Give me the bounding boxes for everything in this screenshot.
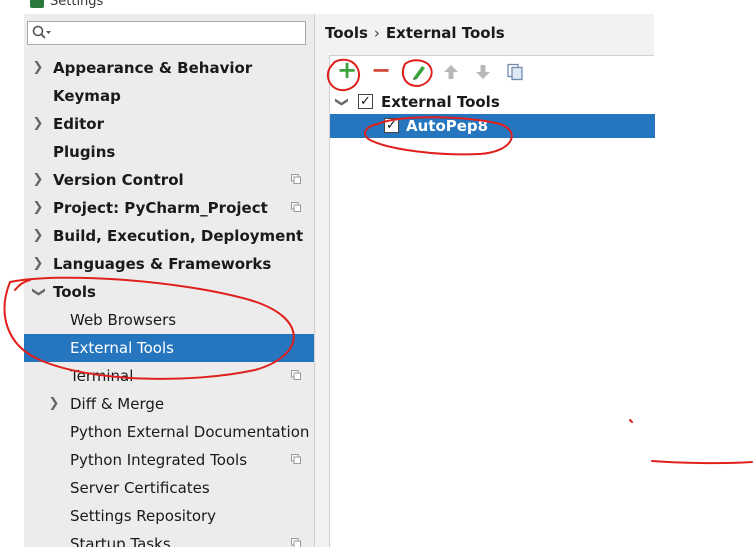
plus-icon[interactable]: + xyxy=(336,58,358,82)
tool-group-label: External Tools xyxy=(381,93,500,111)
breadcrumb-separator: › xyxy=(373,24,380,42)
sidebar-item-terminal[interactable]: Terminal xyxy=(24,362,314,390)
sidebar-item-appearance-behavior[interactable]: ❯ Appearance & Behavior xyxy=(24,54,314,82)
sidebar-item-label: Startup Tasks xyxy=(70,535,171,547)
sidebar-item-project[interactable]: ❯ Project: PyCharm_Project xyxy=(24,194,314,222)
tool-item-autopep8[interactable]: ✓ AutoPep8 xyxy=(330,114,655,138)
sidebar-item-external-tools[interactable]: External Tools xyxy=(24,334,314,362)
sidebar-item-startup-tasks[interactable]: Startup Tasks xyxy=(24,530,314,547)
sidebar-item-label: Server Certificates xyxy=(70,479,210,497)
title-bar: Settings xyxy=(0,0,754,12)
sidebar-item-build-execution-deployment[interactable]: ❯ Build, Execution, Deployment xyxy=(24,222,314,250)
pencil-icon[interactable] xyxy=(410,63,428,81)
project-scope-icon xyxy=(291,538,301,547)
sidebar-item-plugins[interactable]: Plugins xyxy=(24,138,314,166)
sidebar-item-label: Appearance & Behavior xyxy=(53,59,253,77)
search-box[interactable] xyxy=(27,21,306,45)
tool-item-label: AutoPep8 xyxy=(406,117,489,135)
sidebar-item-version-control[interactable]: ❯ Version Control xyxy=(24,166,314,194)
chevron-right-icon[interactable]: ❯ xyxy=(31,194,45,222)
sidebar-item-editor[interactable]: ❯ Editor xyxy=(24,110,314,138)
sidebar-item-label: Keymap xyxy=(53,87,121,105)
sidebar-item-label: Python External Documentation xyxy=(70,423,310,441)
search-icon xyxy=(32,25,52,45)
sidebar-item-label: Python Integrated Tools xyxy=(70,451,248,469)
chevron-right-icon[interactable]: ❯ xyxy=(31,54,45,82)
sidebar-item-label: Diff & Merge xyxy=(70,395,165,413)
settings-sidebar: ❯ Appearance & Behavior Keymap ❯ Editor … xyxy=(24,14,314,547)
chevron-right-icon[interactable]: ❯ xyxy=(31,222,45,250)
chevron-down-icon[interactable]: ❯ xyxy=(24,285,52,299)
sidebar-item-label: Terminal xyxy=(70,367,134,385)
settings-content: Tools › External Tools + − ❯ ✓ External To… xyxy=(315,14,655,547)
app-icon xyxy=(30,0,44,8)
copy-icon[interactable] xyxy=(506,63,524,81)
sidebar-item-tools[interactable]: ❯ Tools xyxy=(24,278,314,306)
project-scope-icon xyxy=(291,370,301,380)
project-scope-icon xyxy=(291,454,301,464)
group-checkbox[interactable]: ✓ xyxy=(358,94,373,109)
search-input[interactable] xyxy=(54,24,306,44)
sidebar-item-server-certificates[interactable]: Server Certificates xyxy=(24,474,314,502)
sidebar-item-label: Web Browsers xyxy=(70,311,177,329)
project-scope-icon xyxy=(291,174,301,184)
sidebar-item-label: Plugins xyxy=(53,143,116,161)
arrow-down-icon[interactable] xyxy=(474,63,492,81)
external-tools-toolbar: + − xyxy=(329,55,654,89)
external-tools-tree: ❯ ✓ External Tools ✓ AutoPep8 xyxy=(329,89,655,547)
chevron-down-icon[interactable]: ❯ xyxy=(329,95,353,109)
sidebar-item-label: Tools xyxy=(53,283,96,301)
sidebar-item-python-integrated-tools[interactable]: Python Integrated Tools xyxy=(24,446,314,474)
sidebar-item-label: Editor xyxy=(53,115,104,133)
chevron-right-icon[interactable]: ❯ xyxy=(31,166,45,194)
chevron-right-icon[interactable]: ❯ xyxy=(31,250,45,278)
breadcrumb-parent[interactable]: Tools xyxy=(325,24,368,42)
sidebar-item-diff-merge[interactable]: ❯ Diff & Merge xyxy=(24,390,314,418)
tool-checkbox[interactable]: ✓ xyxy=(384,118,399,133)
breadcrumb: Tools › External Tools xyxy=(325,24,505,42)
chevron-right-icon[interactable]: ❯ xyxy=(31,110,45,138)
chevron-right-icon[interactable]: ❯ xyxy=(47,390,61,418)
breadcrumb-current: External Tools xyxy=(385,24,505,42)
sidebar-item-label: Version Control xyxy=(53,171,184,189)
sidebar-item-label: Project: PyCharm_Project xyxy=(53,199,268,217)
sidebar-item-keymap[interactable]: Keymap xyxy=(24,82,314,110)
minus-icon[interactable]: − xyxy=(370,58,392,82)
sidebar-item-python-external-documentation[interactable]: Python External Documentation xyxy=(24,418,314,446)
sidebar-item-label: Settings Repository xyxy=(70,507,217,525)
arrow-up-icon[interactable] xyxy=(442,63,460,81)
project-scope-icon xyxy=(291,202,301,212)
sidebar-item-label: Languages & Frameworks xyxy=(53,255,272,273)
window-title: Settings xyxy=(50,0,104,9)
sidebar-item-settings-repository[interactable]: Settings Repository xyxy=(24,502,314,530)
sidebar-item-label: Build, Execution, Deployment xyxy=(53,227,304,245)
sidebar-item-languages-frameworks[interactable]: ❯ Languages & Frameworks xyxy=(24,250,314,278)
tool-group-external-tools[interactable]: ❯ ✓ External Tools xyxy=(330,90,655,114)
sidebar-item-label: External Tools xyxy=(70,339,174,357)
sidebar-item-web-browsers[interactable]: Web Browsers xyxy=(24,306,314,334)
